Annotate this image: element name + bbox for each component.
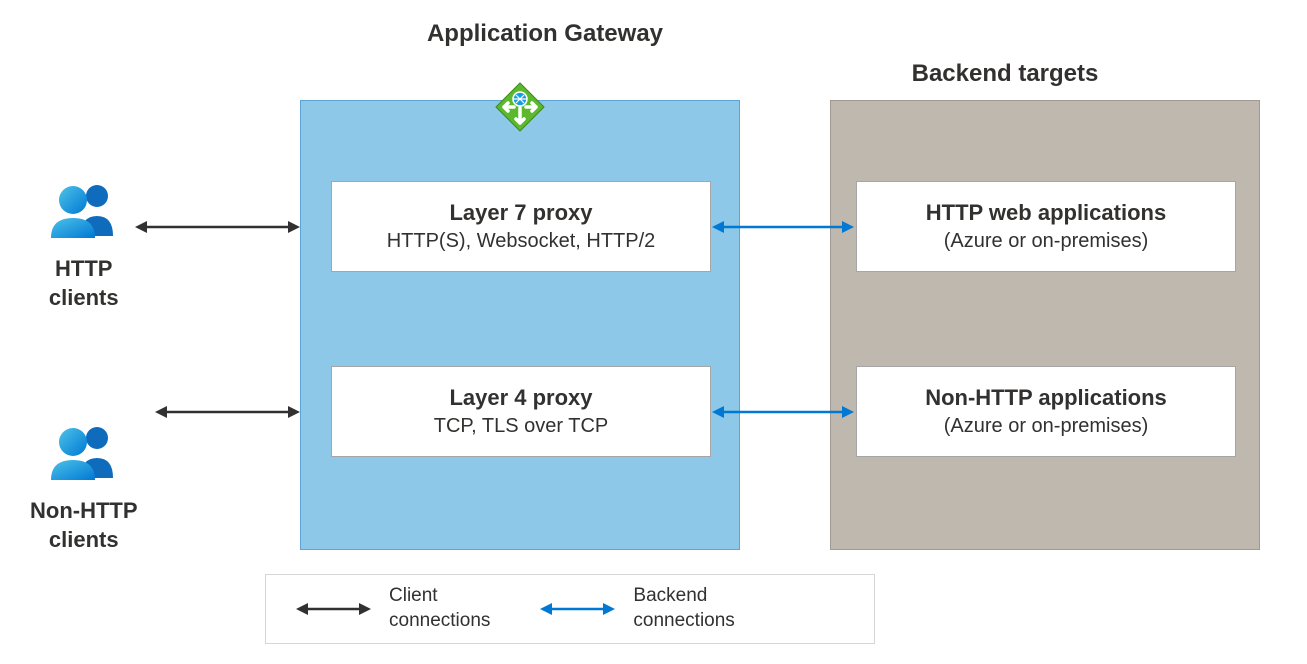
double-arrow-blue-icon — [540, 600, 615, 618]
users-icon — [30, 180, 138, 245]
layer4-proxy-title: Layer 4 proxy — [352, 385, 690, 411]
non-http-apps-subtitle: (Azure or on-premises) — [877, 415, 1215, 438]
backend-targets-container: HTTP web applications (Azure or on-premi… — [830, 100, 1260, 550]
layer4-proxy-box: Layer 4 proxy TCP, TLS over TCP — [331, 366, 711, 457]
double-arrow-black-icon — [296, 600, 371, 618]
http-web-apps-subtitle: (Azure or on-premises) — [877, 230, 1215, 253]
legend: Clientconnections Backendconnections — [265, 574, 875, 644]
legend-client-connections: Clientconnections — [296, 584, 490, 633]
layer7-proxy-title: Layer 7 proxy — [352, 200, 690, 226]
client-arrow-nonhttp — [155, 403, 300, 421]
http-web-apps-title: HTTP web applications — [877, 200, 1215, 226]
legend-backend-connections: Backendconnections — [540, 584, 734, 633]
non-http-clients-block: Non-HTTPclients — [30, 422, 138, 554]
http-clients-block: HTTPclients — [30, 180, 138, 312]
gateway-icon — [494, 81, 546, 138]
legend-client-label: Clientconnections — [389, 584, 490, 633]
application-gateway-title: Application Gateway — [370, 20, 720, 48]
architecture-diagram: Application Gateway Backend targets — [0, 0, 1307, 664]
non-http-applications-box: Non-HTTP applications (Azure or on-premi… — [856, 366, 1236, 457]
application-gateway-container: Layer 7 proxy HTTP(S), Websocket, HTTP/2… — [300, 100, 740, 550]
layer7-proxy-box: Layer 7 proxy HTTP(S), Websocket, HTTP/2 — [331, 181, 711, 272]
non-http-clients-label: Non-HTTPclients — [30, 497, 138, 554]
http-clients-label: HTTPclients — [30, 255, 138, 312]
layer4-proxy-subtitle: TCP, TLS over TCP — [352, 415, 690, 438]
non-http-apps-title: Non-HTTP applications — [877, 385, 1215, 411]
client-arrow-http — [135, 218, 300, 236]
users-icon — [30, 422, 138, 487]
layer7-proxy-subtitle: HTTP(S), Websocket, HTTP/2 — [352, 230, 690, 253]
http-web-applications-box: HTTP web applications (Azure or on-premi… — [856, 181, 1236, 272]
legend-backend-label: Backendconnections — [633, 584, 734, 633]
clients-column: HTTPclients Non-HTTPclients — [30, 180, 138, 664]
backend-arrow-http — [712, 218, 854, 236]
backend-arrow-nonhttp — [712, 403, 854, 421]
backend-targets-title: Backend targets — [830, 60, 1180, 88]
